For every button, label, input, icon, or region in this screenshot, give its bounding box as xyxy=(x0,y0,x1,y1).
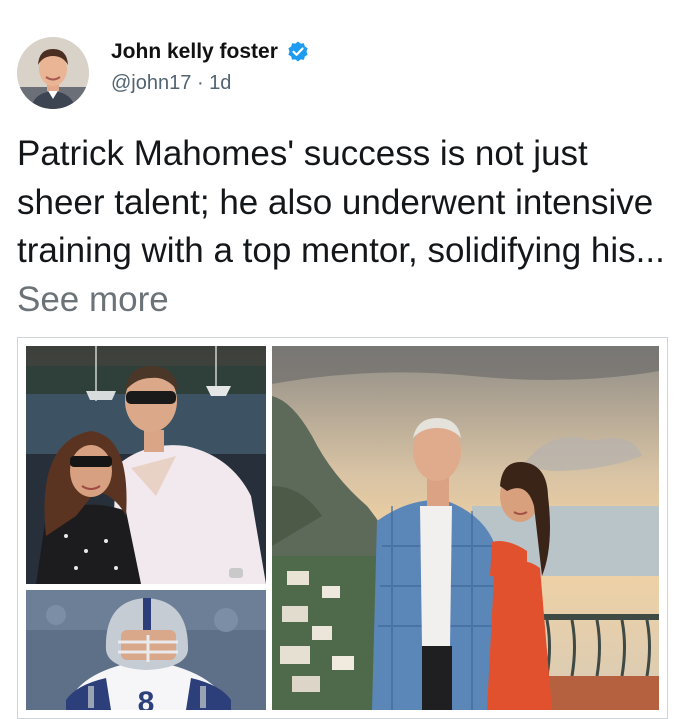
post-timestamp[interactable]: 1d xyxy=(209,72,231,94)
football-quarterback-photo[interactable]: 8 xyxy=(26,590,266,710)
author-display-name[interactable]: John kelly foster xyxy=(111,40,278,64)
couple-at-marina-photo[interactable] xyxy=(26,346,266,584)
social-post: John kelly foster @john17 · 1d Patrick M… xyxy=(0,0,700,719)
author-name[interactable]: John kelly foster xyxy=(111,40,310,64)
couple-on-terrace-photo[interactable] xyxy=(272,346,659,710)
author-handle[interactable]: @john17 xyxy=(111,72,191,94)
author-avatar[interactable] xyxy=(17,37,89,109)
meta-separator: · xyxy=(196,72,204,94)
post-body: Patrick Mahomes' success is not just she… xyxy=(17,134,665,270)
post-text: Patrick Mahomes' success is not just she… xyxy=(17,130,683,324)
verified-badge-icon xyxy=(286,40,310,64)
see-more-link[interactable]: See more xyxy=(17,280,169,319)
jersey-number: 8 xyxy=(138,686,155,710)
media-grid: 8 xyxy=(17,337,668,719)
handle-timestamp-line: @john17 · 1d xyxy=(111,72,231,95)
